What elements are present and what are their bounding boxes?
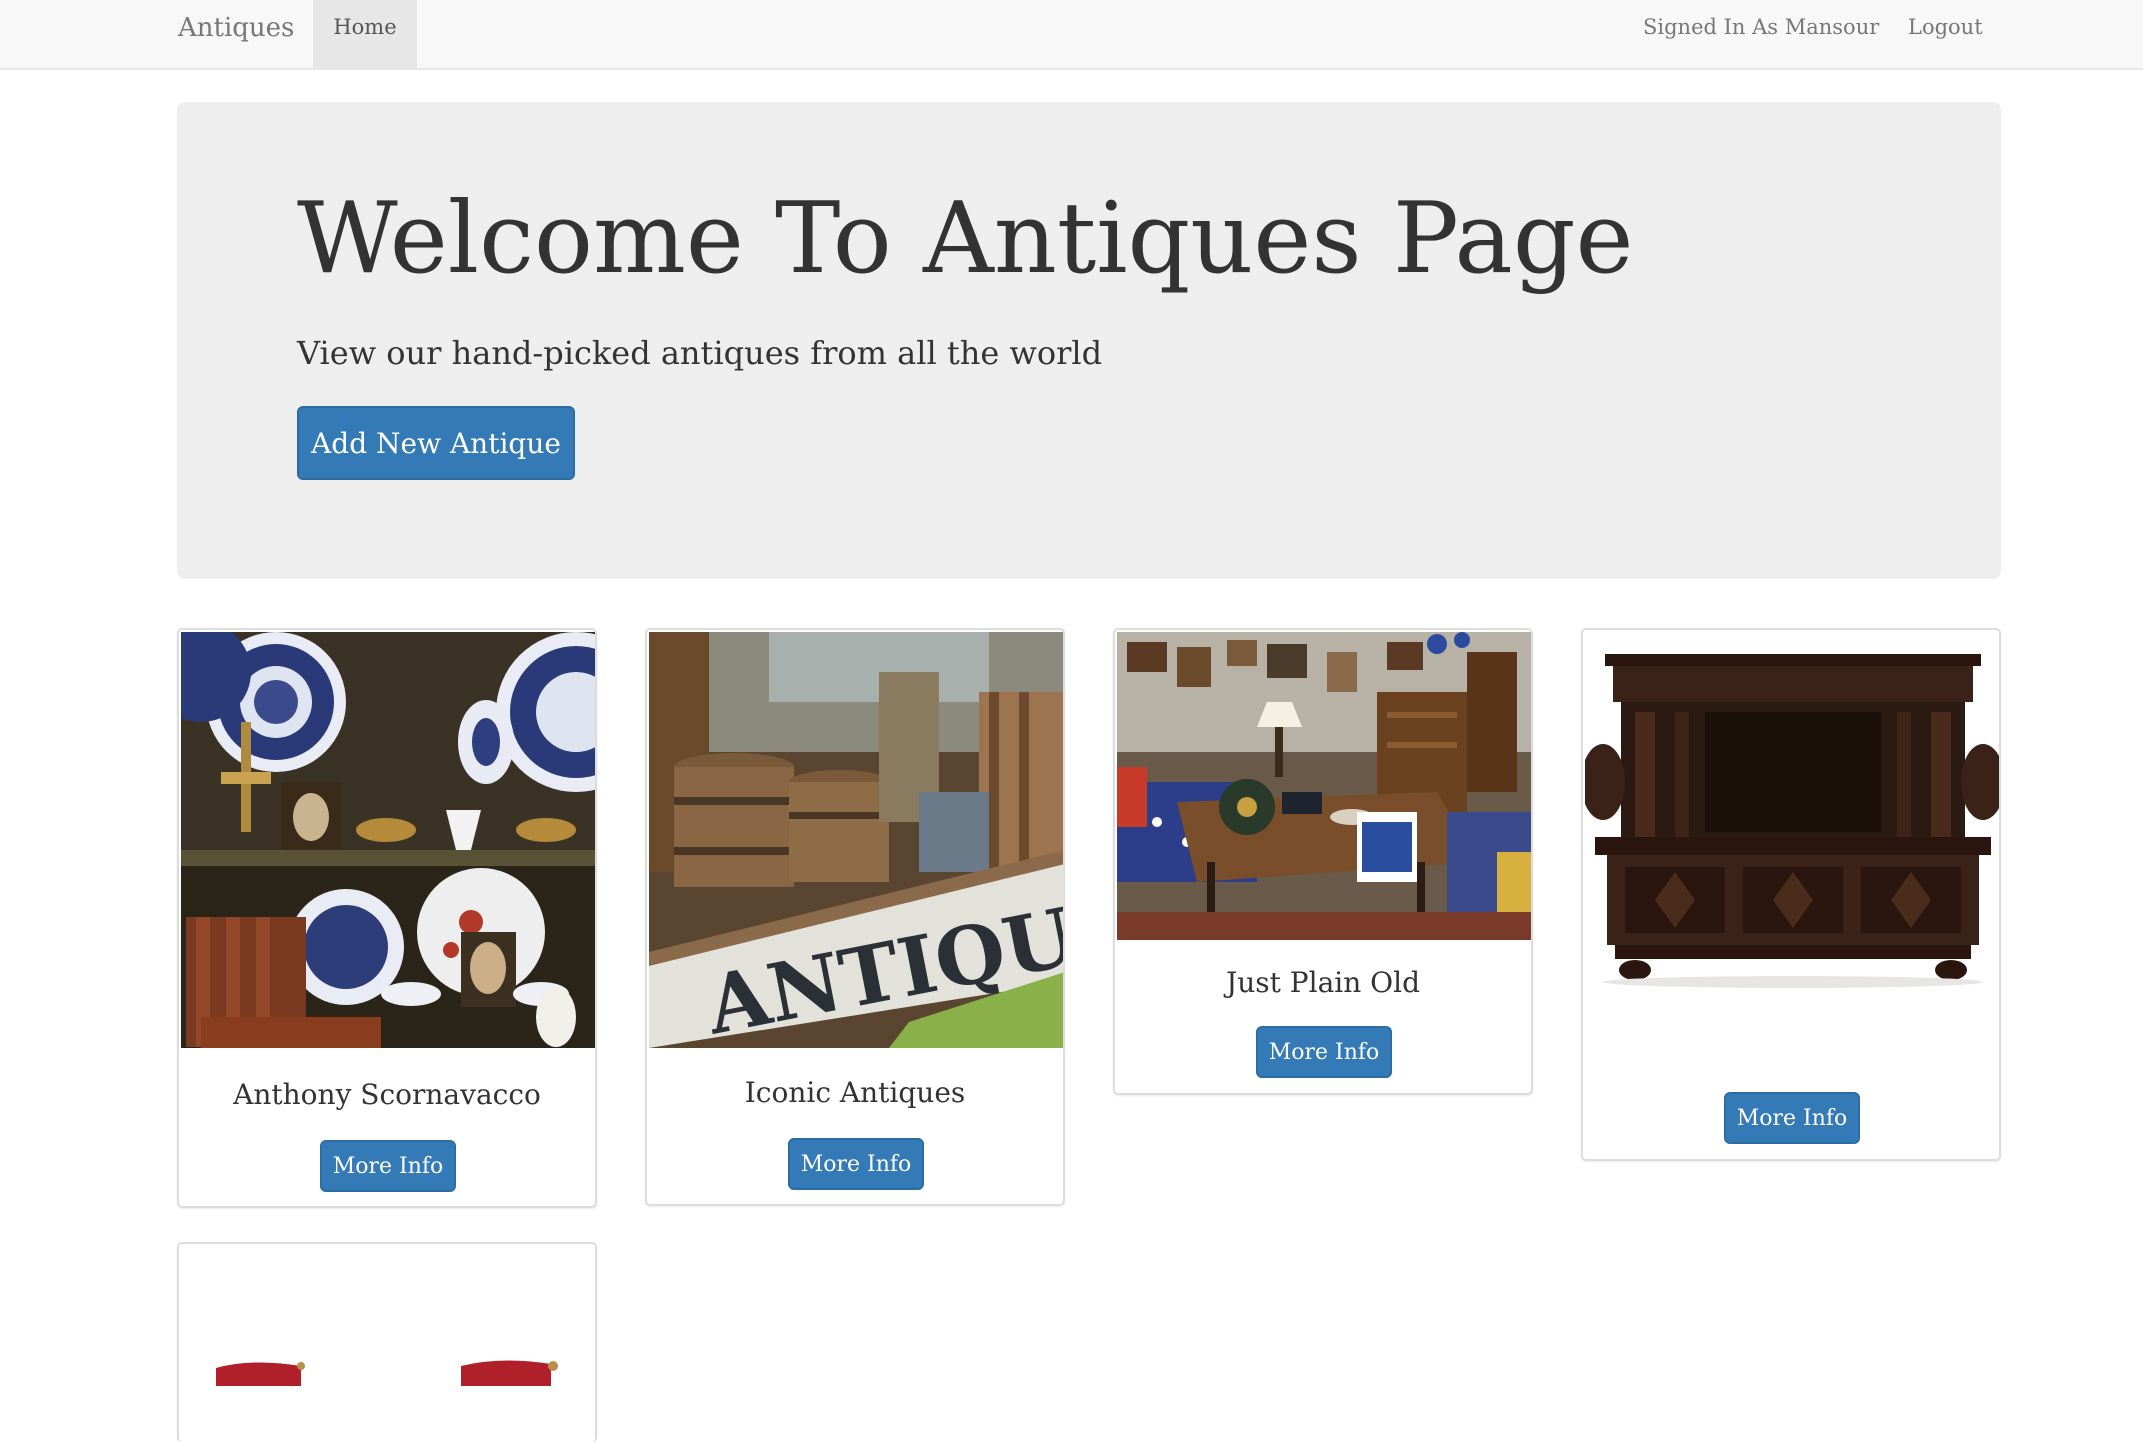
antique-card (177, 1242, 597, 1442)
antique-thumbnail[interactable] (1585, 632, 1999, 1048)
more-info-button[interactable]: More Info (788, 1138, 924, 1190)
card-title: Anthony Scornavacco (233, 1078, 541, 1111)
card-title: Just Plain Old (1226, 966, 1420, 999)
jumbotron: Welcome To Antiques Page View our hand-p… (177, 102, 2001, 579)
antique-card: ANTIQUES Iconic Antiques More Info (645, 628, 1065, 1206)
antique-thumbnail[interactable]: ANTIQUES (649, 632, 1063, 1048)
antique-card: Just Plain Old More Info (1113, 628, 1533, 1095)
brand-link[interactable]: Antiques (178, 8, 294, 48)
antique-thumbnail[interactable] (181, 1246, 595, 1442)
card-title: Iconic Antiques (744, 1076, 966, 1109)
navbar: Antiques Home Signed In As Mansour Logou… (0, 0, 2143, 70)
more-info-button[interactable]: More Info (320, 1140, 456, 1192)
antique-thumbnail[interactable] (1117, 632, 1531, 940)
add-new-antique-button[interactable]: Add New Antique (297, 406, 575, 480)
nav-home[interactable]: Home (313, 0, 417, 68)
antique-card: Anthony Scornavacco More Info (177, 628, 597, 1208)
antique-card: More Info (1581, 628, 2001, 1161)
signed-in-link[interactable]: Signed In As Mansour (1643, 0, 1879, 54)
antique-thumbnail[interactable] (181, 632, 595, 1048)
more-info-button[interactable]: More Info (1256, 1026, 1392, 1078)
more-info-button[interactable]: More Info (1724, 1092, 1860, 1144)
page-title: Welcome To Antiques Page (297, 182, 1634, 296)
page-subtitle: View our hand-picked antiques from all t… (297, 334, 1103, 372)
logout-link[interactable]: Logout (1908, 0, 1983, 54)
